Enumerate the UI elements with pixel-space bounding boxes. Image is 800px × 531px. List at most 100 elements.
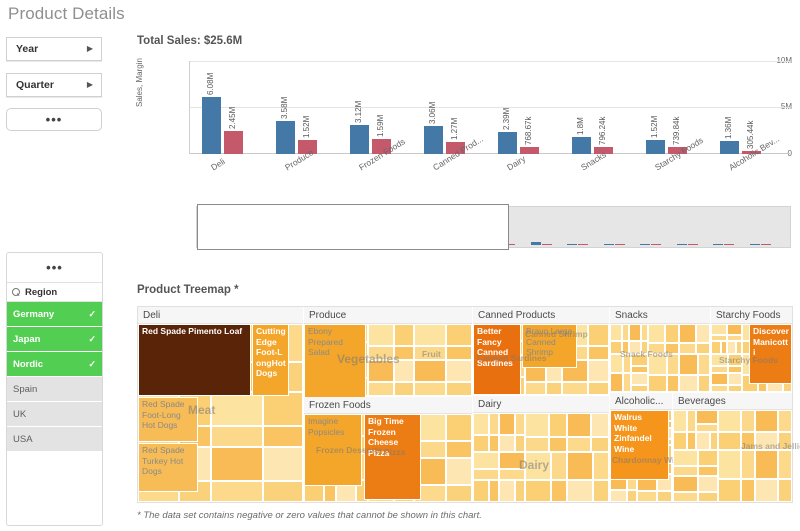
treemap-tile[interactable] [588, 382, 609, 395]
treemap-tile[interactable] [679, 375, 698, 392]
treemap-tile[interactable] [394, 324, 414, 346]
treemap-tile[interactable] [499, 413, 515, 435]
treemap-tile[interactable] [525, 413, 549, 437]
bar-sales[interactable]: 2.39M [498, 132, 517, 154]
bar-margin[interactable]: 768.67k [520, 147, 539, 154]
treemap-tile[interactable] [673, 476, 698, 492]
treemap-tile-labeled[interactable]: Imagine Popsicles [304, 414, 362, 486]
treemap-tile-labeled[interactable]: Discover Manicotti [749, 324, 792, 384]
treemap-tile[interactable] [473, 469, 499, 480]
bar-sales[interactable]: 1.8M [572, 137, 591, 154]
treemap-tile[interactable] [741, 479, 755, 502]
filter-button-quarter[interactable]: Quarter ▶ [6, 73, 102, 97]
treemap-tile[interactable] [473, 413, 489, 435]
treemap-tile[interactable] [755, 479, 778, 502]
bar-margin[interactable]: 2.45M [224, 131, 243, 154]
filter-button-year[interactable]: Year ▶ [6, 37, 102, 61]
treemap-tile[interactable] [473, 452, 499, 469]
bar-sales[interactable]: 6.08M [202, 97, 221, 154]
treemap-tile[interactable] [698, 492, 718, 502]
treemap-tile[interactable] [446, 346, 472, 360]
product-treemap[interactable]: DeliRed Spade Pimento LoafCutting Edge F… [137, 306, 793, 503]
treemap-tile[interactable] [673, 492, 698, 502]
bar-sales[interactable]: 3.58M [276, 121, 295, 154]
treemap-tile-labeled[interactable]: Ebony Prepared Salad [304, 324, 366, 398]
region-list-item-usa[interactable]: USA [7, 427, 102, 452]
treemap-group-dairy[interactable]: DairyDairy [473, 396, 609, 502]
treemap-tile[interactable] [711, 366, 728, 373]
region-panel-menu-button[interactable]: ••• [7, 253, 102, 282]
treemap-tile[interactable] [641, 324, 648, 341]
treemap-tile[interactable] [623, 354, 631, 373]
treemap-tile[interactable] [211, 481, 263, 502]
treemap-tile[interactable] [368, 346, 394, 360]
treemap-tile[interactable] [718, 479, 741, 502]
treemap-tile[interactable] [698, 450, 718, 466]
treemap-tile[interactable] [718, 432, 741, 450]
treemap-tile[interactable] [667, 375, 679, 392]
treemap-tile[interactable] [414, 360, 446, 382]
bar-chart[interactable]: Sales, Margin 10M5M0 6.08M2.45M3.58M1.52… [137, 55, 792, 190]
treemap-tile[interactable] [515, 480, 525, 502]
treemap-tile[interactable] [549, 437, 567, 452]
treemap-tile[interactable] [588, 360, 609, 382]
treemap-tile[interactable] [687, 410, 696, 432]
treemap-group-frozen-foods[interactable]: Frozen FoodsImagine PopsiclesBig Time Fr… [304, 397, 472, 502]
treemap-tile[interactable] [631, 385, 648, 392]
treemap-tile[interactable] [622, 341, 629, 354]
minimap-selection-window[interactable] [197, 204, 509, 250]
treemap-tile[interactable] [641, 341, 648, 354]
treemap-tile[interactable] [489, 480, 499, 502]
treemap-tile[interactable] [711, 385, 728, 392]
treemap-tile[interactable] [414, 324, 446, 346]
treemap-tile[interactable] [610, 354, 623, 373]
treemap-tile[interactable] [755, 410, 778, 432]
treemap-tile[interactable] [679, 324, 696, 343]
treemap-tile[interactable] [696, 432, 710, 450]
treemap-tile[interactable] [698, 476, 718, 492]
treemap-tile[interactable] [648, 354, 667, 375]
treemap-tile[interactable] [718, 450, 741, 479]
treemap-tile[interactable] [623, 373, 631, 392]
treemap-tile[interactable] [525, 382, 546, 395]
treemap-group-canned-products[interactable]: Canned ProductsBetter Fancy Canned Sardi… [473, 307, 609, 395]
region-list-item-spain[interactable]: Spain [7, 377, 102, 402]
treemap-tile[interactable] [394, 346, 414, 360]
treemap-tile[interactable] [627, 490, 637, 502]
treemap-tile[interactable] [499, 452, 525, 469]
treemap-tile[interactable] [515, 413, 525, 435]
treemap-tile[interactable] [499, 469, 525, 480]
treemap-tile[interactable] [711, 341, 721, 354]
bar-sales[interactable]: 1.36M [720, 141, 739, 154]
treemap-tile[interactable] [698, 466, 718, 476]
treemap-tile[interactable] [263, 392, 303, 426]
treemap-tile[interactable] [665, 324, 679, 343]
treemap-tile[interactable] [711, 373, 728, 385]
treemap-tile[interactable] [667, 354, 679, 375]
treemap-tile[interactable] [588, 346, 609, 360]
treemap-tile[interactable] [499, 480, 515, 502]
treemap-tile[interactable] [629, 324, 641, 341]
treemap-tile[interactable] [637, 491, 657, 502]
treemap-tile[interactable] [728, 373, 742, 385]
treemap-tile[interactable] [755, 432, 778, 450]
treemap-tile[interactable] [710, 432, 718, 450]
treemap-tile[interactable] [368, 324, 394, 346]
treemap-tile[interactable] [394, 382, 414, 396]
treemap-tile[interactable] [610, 324, 622, 341]
treemap-tile[interactable] [525, 437, 549, 452]
treemap-tile[interactable] [728, 354, 742, 366]
treemap-tile[interactable] [446, 458, 472, 485]
treemap-tile[interactable] [778, 479, 792, 502]
treemap-tile[interactable] [657, 491, 672, 502]
region-list-item-japan[interactable]: Japan✓ [7, 327, 102, 352]
treemap-tile[interactable] [211, 447, 263, 481]
treemap-tile[interactable] [778, 432, 792, 450]
treemap-tile[interactable] [588, 324, 609, 346]
treemap-tile[interactable] [673, 450, 698, 466]
treemap-tile[interactable] [525, 452, 551, 480]
treemap-tile[interactable] [648, 343, 665, 354]
treemap-tile[interactable] [567, 480, 593, 502]
treemap-tile[interactable] [211, 426, 263, 447]
treemap-group-snacks[interactable]: SnacksSnack Foods [610, 307, 710, 392]
